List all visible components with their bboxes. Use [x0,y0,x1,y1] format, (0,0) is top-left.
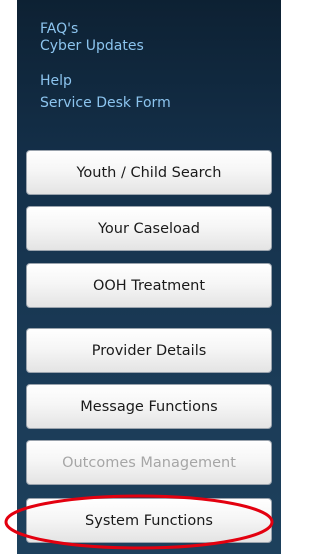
system-functions-button[interactable]: System Functions [26,498,272,543]
outcomes-management-button: Outcomes Management [26,440,272,485]
youth-child-search-button[interactable]: Youth / Child Search [26,150,272,195]
service-desk-form-link[interactable]: Service Desk Form [40,94,171,112]
your-caseload-button[interactable]: Your Caseload [26,206,272,251]
message-functions-button[interactable]: Message Functions [26,384,272,429]
ooh-treatment-button[interactable]: OOH Treatment [26,263,272,308]
faq-link[interactable]: FAQ's [40,20,78,38]
cyber-updates-link[interactable]: Cyber Updates [40,37,144,55]
provider-details-button[interactable]: Provider Details [26,328,272,373]
help-link[interactable]: Help [40,72,72,90]
